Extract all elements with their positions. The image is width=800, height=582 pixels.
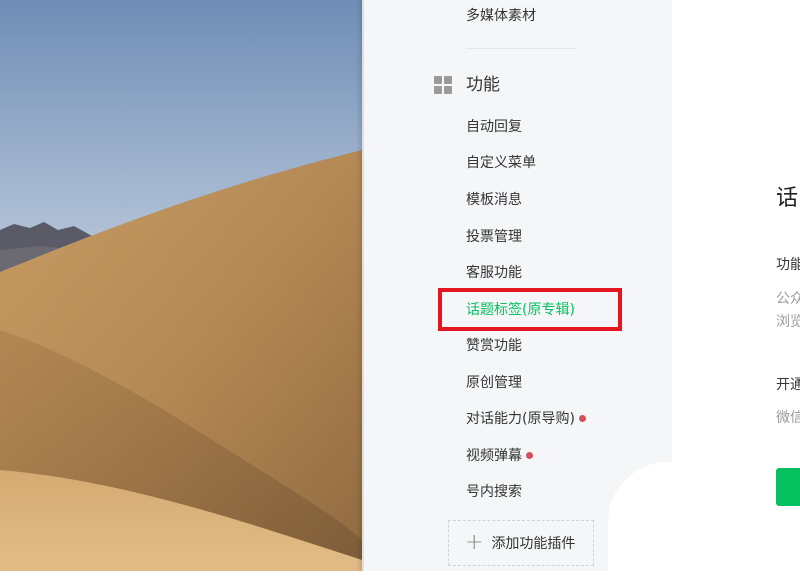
enable-button[interactable] bbox=[776, 468, 800, 506]
sidebar-group-title: 功能 bbox=[466, 75, 500, 95]
section-label: 功能 bbox=[776, 257, 800, 273]
sidebar-item-vote-management[interactable]: 投票管理 bbox=[466, 227, 522, 247]
sidebar-item-dialog-ability[interactable]: 对话能力(原导购) bbox=[466, 409, 586, 429]
sidebar-item-label: 对话能力(原导购) bbox=[466, 411, 575, 427]
sidebar-item-in-account-search[interactable]: 号内搜索 bbox=[466, 482, 522, 502]
sidebar-item-video-danmaku[interactable]: 视频弹幕 bbox=[466, 446, 533, 466]
new-badge-dot bbox=[578, 414, 586, 422]
sidebar-item-template-message[interactable]: 模板消息 bbox=[466, 190, 522, 210]
add-plugin-button[interactable]: + 添加功能插件 bbox=[448, 520, 594, 566]
overlay-shape bbox=[608, 462, 728, 582]
grid-icon bbox=[434, 76, 452, 94]
sidebar-item-multimedia[interactable]: 多媒体素材 bbox=[466, 6, 536, 26]
plus-icon: + bbox=[465, 530, 484, 555]
sidebar-item-original-management[interactable]: 原创管理 bbox=[466, 373, 522, 393]
page-title: 话 bbox=[776, 186, 799, 211]
section-description: 浏览 bbox=[776, 314, 800, 330]
add-plugin-label: 添加功能插件 bbox=[491, 536, 576, 552]
sidebar-item-custom-menu[interactable]: 自定义菜单 bbox=[466, 153, 536, 173]
highlight-annotation-box bbox=[438, 288, 622, 331]
section-description: 公众 bbox=[776, 291, 800, 307]
sidebar-divider bbox=[466, 48, 576, 49]
sidebar-item-auto-reply[interactable]: 自动回复 bbox=[466, 117, 522, 137]
sidebar-item-appreciation[interactable]: 赞赏功能 bbox=[466, 336, 522, 356]
sidebar-item-label: 视频弹幕 bbox=[466, 448, 522, 464]
section-description: 微信 bbox=[776, 410, 800, 426]
section-label: 开通 bbox=[776, 377, 800, 393]
new-badge-dot bbox=[526, 451, 533, 459]
desktop-wallpaper bbox=[0, 0, 362, 571]
sidebar-item-customer-service[interactable]: 客服功能 bbox=[466, 263, 522, 283]
